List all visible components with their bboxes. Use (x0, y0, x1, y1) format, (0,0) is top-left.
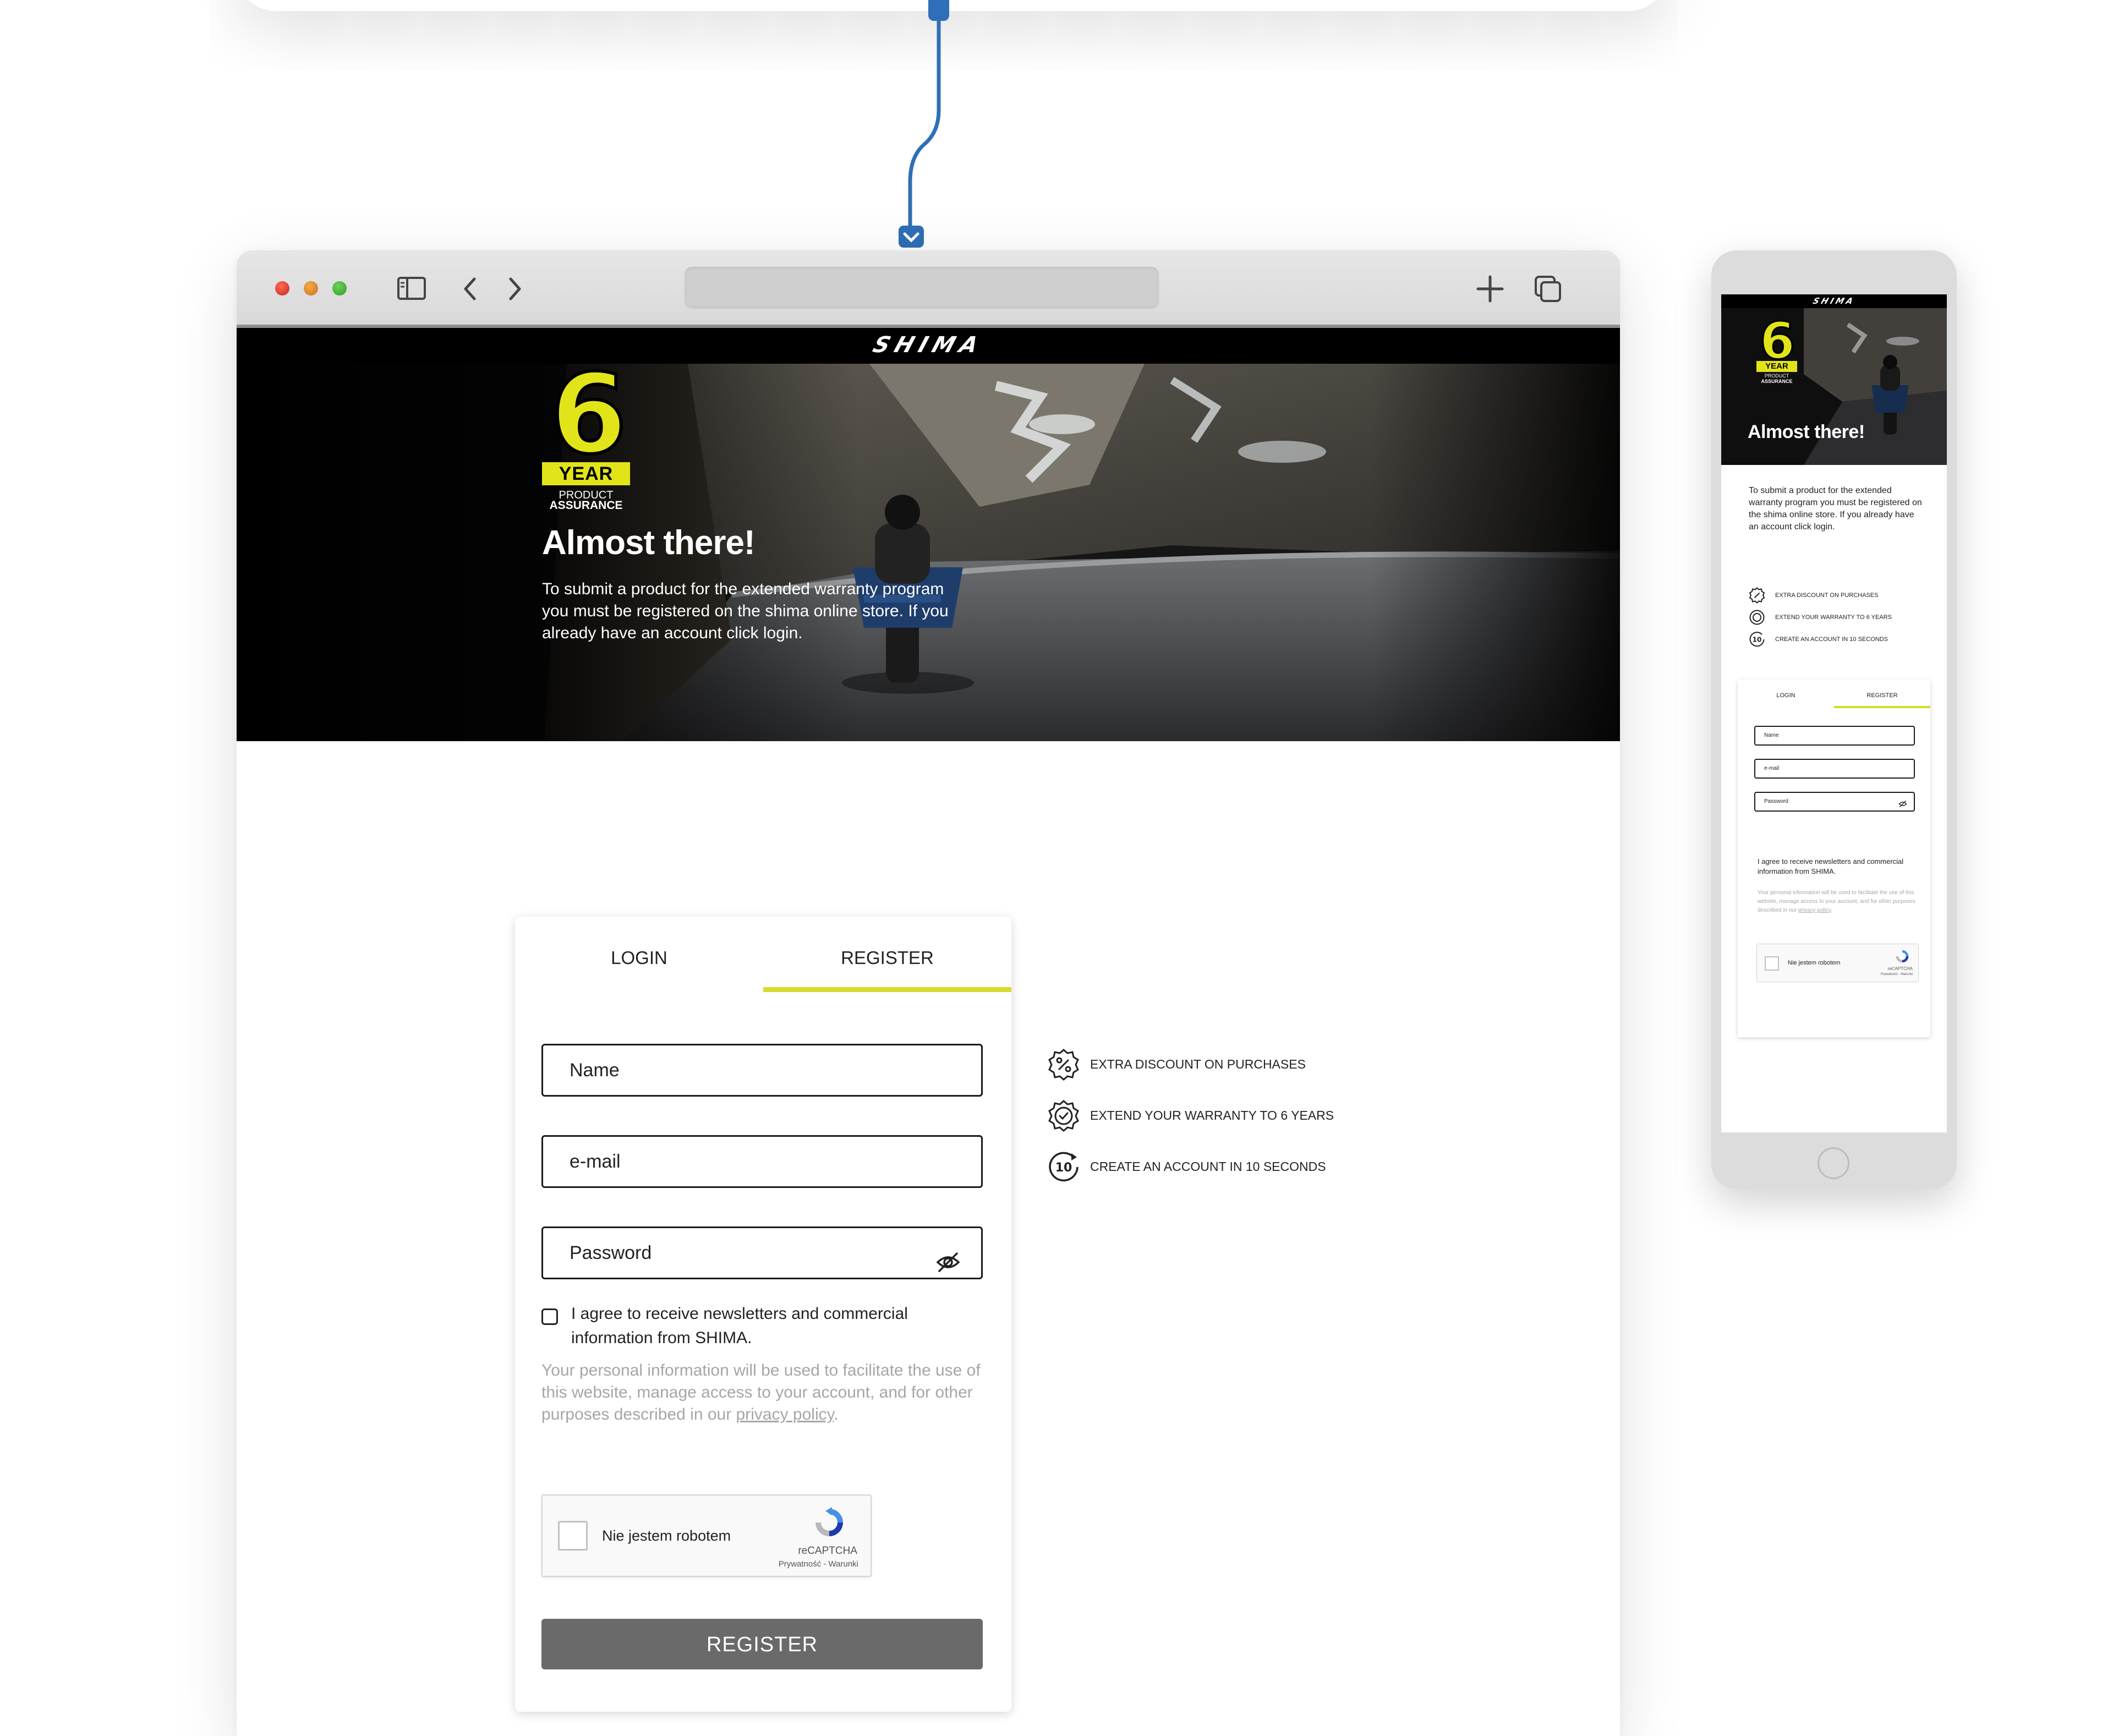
mobile-password-field[interactable]: Password (1754, 792, 1915, 812)
discount-badge-icon (1047, 1048, 1080, 1081)
recaptcha-logo-icon (1895, 949, 1910, 964)
email-field[interactable]: e-mail (541, 1135, 983, 1188)
badge-year: YEAR (542, 462, 630, 485)
benefit-item: EXTEND YOUR WARRANTY TO 6 YEARS (1047, 1099, 1432, 1132)
svg-text:10: 10 (1055, 1161, 1072, 1175)
recaptcha-checkbox[interactable] (558, 1521, 588, 1551)
benefit-label: CREATE AN ACCOUNT IN 10 SECONDS (1090, 1159, 1326, 1174)
maximize-window-button[interactable] (332, 281, 347, 295)
mobile-hero-description: To submit a product for the extended war… (1749, 486, 1922, 532)
password-field[interactable]: Password (541, 1226, 983, 1279)
mobile-screen: SHIMA 6 YEAR PRODUCT ASSURANCE Almost th… (1721, 294, 1947, 1132)
svg-text:10: 10 (1753, 636, 1762, 644)
newsletter-consent-label: I agree to receive newsletters and comme… (571, 1305, 908, 1347)
mobile-shima-logo[interactable]: SHIMA (1721, 296, 1947, 306)
mobile-device-frame: SHIMA 6 YEAR PRODUCT ASSURANCE Almost th… (1711, 250, 1957, 1189)
tab-login[interactable]: LOGIN (515, 917, 763, 992)
auth-card: LOGIN REGISTER Name e-mail Password I ag… (515, 917, 1011, 1712)
home-button[interactable] (1818, 1147, 1849, 1179)
browser-toolbar (237, 250, 1620, 328)
mobile-site-header: SHIMA (1721, 294, 1947, 308)
newsletter-checkbox[interactable] (541, 1308, 558, 1325)
mobile-privacy-notice-end: . (1831, 907, 1832, 913)
mobile-privacy-notice-text: Your personal information will be used t… (1758, 890, 1915, 913)
recaptcha-brand: reCAPTCHA (798, 1545, 857, 1557)
benefit-label: EXTRA DISCOUNT ON PURCHASES (1090, 1057, 1306, 1071)
mobile-benefit-item: EXTEND YOUR WARRANTY TO 6 YEARS (1749, 609, 1936, 626)
recaptcha-terms-link[interactable]: Prywatność - Warunki (779, 1559, 858, 1569)
ten-seconds-icon: 10 (1749, 631, 1765, 648)
shima-logo[interactable]: SHIMA (237, 332, 1620, 358)
mobile-password-placeholder: Password (1764, 798, 1788, 804)
mobile-newsletter-consent-label[interactable]: I agree to receive newsletters and comme… (1758, 857, 1917, 877)
privacy-policy-link[interactable]: privacy policy (736, 1405, 834, 1423)
top-card-shadow (237, 0, 1667, 11)
hero-description: To submit a product for the extended war… (542, 580, 949, 642)
hide-password-icon[interactable] (936, 1242, 960, 1272)
name-field[interactable]: Name (541, 1044, 983, 1097)
mobile-tab-register[interactable]: REGISTER (1834, 680, 1930, 708)
mobile-benefit-label: CREATE AN ACCOUNT IN 10 SECONDS (1775, 636, 1888, 643)
check-badge-icon (1047, 1099, 1080, 1132)
discount-badge-icon (1749, 587, 1765, 604)
mobile-six-year-badge: 6 YEAR PRODUCT ASSURANCE (1755, 315, 1799, 384)
desktop-browser-window: SHIMA 6 YEAR PRODUCT ASSURANCE Almost th… (237, 250, 1620, 1736)
mobile-benefit-label: EXTEND YOUR WARRANTY TO 6 YEARS (1775, 614, 1892, 621)
mobile-recaptcha-label: Nie jestem robotem (1788, 960, 1841, 966)
mobile-hero-banner: 6 YEAR PRODUCT ASSURANCE Almost there! (1721, 308, 1947, 465)
forward-arrow-icon[interactable] (499, 273, 529, 304)
mobile-page-title: Almost there! (1748, 421, 1865, 442)
badge-number: 6 (549, 364, 628, 479)
check-badge-icon (1749, 609, 1765, 626)
mobile-badge-year: YEAR (1756, 361, 1797, 372)
tab-register[interactable]: REGISTER (763, 917, 1011, 992)
mobile-benefit-item: 10 CREATE AN ACCOUNT IN 10 SECONDS (1749, 631, 1936, 648)
site-header: SHIMA (237, 328, 1620, 364)
page-title: Almost there! (542, 524, 756, 562)
mobile-auth-card: LOGIN REGISTER Name e-mail Password I ag… (1738, 680, 1930, 1037)
register-button[interactable]: REGISTER (541, 1619, 983, 1669)
address-bar[interactable] (685, 267, 1158, 306)
mobile-badge-product: PRODUCT (1764, 373, 1789, 379)
hero-banner: 6 YEAR PRODUCT ASSURANCE Almost there! T… (237, 364, 1620, 741)
recaptcha-logo-icon (812, 1505, 846, 1540)
mobile-privacy-notice: Your personal information will be used t… (1758, 889, 1917, 915)
sidebar-icon[interactable] (396, 273, 427, 304)
mobile-recaptcha-widget: Nie jestem robotem reCAPTCHA Prywatność … (1756, 944, 1919, 982)
ten-seconds-icon: 10 (1047, 1151, 1080, 1184)
benefit-label: EXTEND YOUR WARRANTY TO 6 YEARS (1090, 1108, 1334, 1122)
benefit-item: 10 CREATE AN ACCOUNT IN 10 SECONDS (1047, 1151, 1432, 1184)
mobile-email-field[interactable]: e-mail (1754, 759, 1915, 779)
mobile-name-field[interactable]: Name (1754, 726, 1915, 746)
six-year-assurance-badge: 6 YEAR PRODUCT ASSURANCE (542, 364, 636, 512)
mobile-benefit-label: EXTRA DISCOUNT ON PURCHASES (1775, 592, 1879, 599)
flow-connector (899, 0, 949, 248)
mobile-recaptcha-terms-link[interactable]: Prywatność - Warunki (1881, 973, 1913, 976)
back-arrow-icon[interactable] (456, 273, 486, 304)
benefit-item: EXTRA DISCOUNT ON PURCHASES (1047, 1048, 1432, 1081)
tabs-overview-icon[interactable] (1532, 273, 1563, 304)
mobile-badge-assurance: ASSURANCE (1761, 379, 1793, 384)
close-window-button[interactable] (275, 281, 289, 295)
badge-assurance: ASSURANCE (549, 499, 623, 512)
hero-motorcycle-photo (237, 364, 1620, 741)
privacy-notice-end: . (834, 1405, 839, 1423)
hide-password-icon[interactable] (1898, 798, 1907, 808)
mobile-privacy-policy-link[interactable]: privacy policy (1798, 907, 1831, 913)
mobile-badge-number: 6 (1759, 311, 1795, 370)
minimize-window-button[interactable] (304, 281, 318, 295)
recaptcha-widget: Nie jestem robotem reCAPTCHA Prywatność … (541, 1494, 872, 1577)
plus-icon[interactable] (1475, 273, 1506, 304)
mobile-tab-login[interactable]: LOGIN (1738, 680, 1834, 708)
privacy-notice: Your personal information will be used t… (541, 1360, 982, 1426)
mobile-benefit-item: EXTRA DISCOUNT ON PURCHASES (1749, 587, 1936, 604)
mobile-recaptcha-brand: reCAPTCHA (1887, 966, 1913, 971)
recaptcha-label: Nie jestem robotem (602, 1527, 731, 1544)
mobile-recaptcha-checkbox[interactable] (1765, 956, 1779, 971)
password-placeholder: Password (570, 1242, 652, 1263)
